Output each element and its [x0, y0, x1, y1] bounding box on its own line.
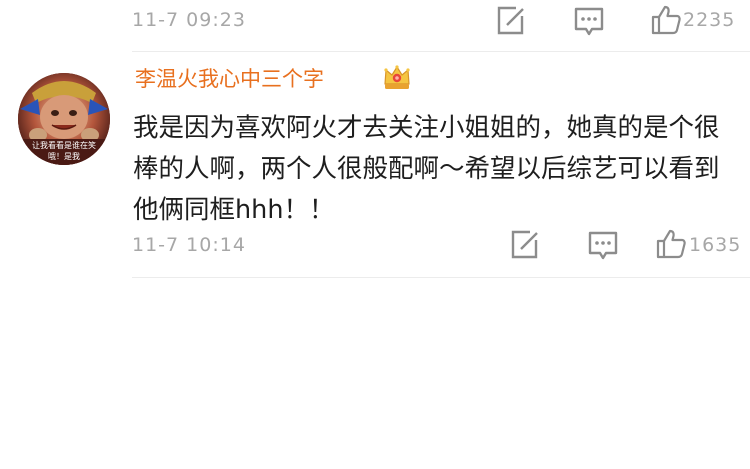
- share-icon[interactable]: [509, 229, 541, 261]
- comment-divider-bottom: [132, 277, 750, 278]
- username[interactable]: 李温火我心中三个字: [135, 63, 324, 93]
- comment-action-row: 11-7 10:14 1635: [0, 226, 750, 266]
- avatar-image: 让我看看是谁在笑 哦！是我: [18, 73, 110, 165]
- prev-comment-timestamp: 11-7 09:23: [132, 9, 246, 31]
- comment-like-count[interactable]: 1635: [689, 234, 741, 256]
- comment-icon[interactable]: [573, 6, 605, 38]
- comment-text: 我是因为喜欢阿火才去关注小姐姐的，她真的是个很棒的人啊，两个人很般配啊～希望以后…: [133, 113, 720, 225]
- prev-comment-like-count[interactable]: 2235: [683, 9, 735, 31]
- avatar-caption-line2: 哦！是我: [48, 151, 80, 161]
- comment-timestamp: 11-7 10:14: [132, 234, 246, 256]
- avatar[interactable]: 让我看看是谁在笑 哦！是我: [18, 73, 110, 165]
- comment-icon[interactable]: [587, 230, 619, 262]
- prev-comment-action-row: 11-7 09:23 2235: [0, 0, 750, 40]
- avatar-caption-line1: 让我看看是谁在笑: [32, 140, 96, 150]
- share-icon[interactable]: [495, 5, 527, 37]
- crown-icon: [384, 65, 410, 89]
- thumbs-up-icon[interactable]: [650, 4, 682, 36]
- thumbs-up-icon[interactable]: [655, 228, 687, 260]
- comment-divider: [132, 51, 750, 52]
